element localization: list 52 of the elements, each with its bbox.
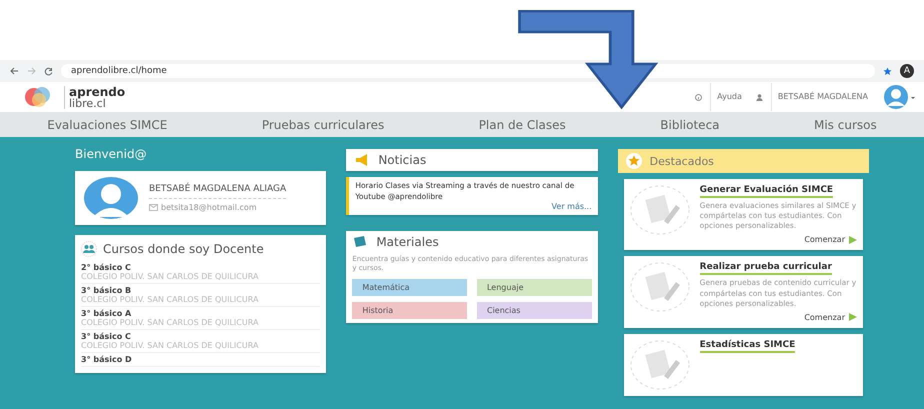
document-pencil-icon [630, 262, 690, 312]
nav-link[interactable]: Mis cursos [814, 118, 877, 132]
help-link[interactable]: Ayuda [710, 83, 748, 111]
course-link[interactable]: 3° básico B [81, 286, 320, 295]
start-link[interactable]: Comenzar [804, 235, 845, 244]
nav-link[interactable]: Plan de Clases [478, 118, 566, 132]
envelope-icon [149, 204, 158, 211]
address-bar[interactable]: aprendolibre.cl/home [61, 64, 875, 78]
card-title: Noticias [378, 153, 426, 167]
subject-button[interactable]: Historia [352, 302, 467, 320]
school-name: COLEGIO POLIV. SAN CARLOS DE QUILICURA [81, 341, 260, 350]
group-icon [81, 241, 97, 257]
card-title: Materiales [376, 235, 439, 249]
person-icon [756, 94, 763, 100]
course-link[interactable]: 3° básico C [81, 332, 320, 341]
logo-text: aprendo [69, 86, 126, 98]
bookmark-star-icon[interactable] [883, 66, 892, 76]
see-more-link[interactable]: Ver más... [552, 202, 592, 211]
school-name: COLEGIO POLIV. SAN CARLOS DE QUILICURA [81, 295, 260, 304]
school-name: COLEGIO POLIV. SAN CARLOS DE QUILICURA [81, 272, 260, 281]
school-name: COLEGIO POLIV. SAN CARLOS DE QUILICURA [81, 318, 260, 327]
user-menu[interactable]: BETSABÉ MAGDALENA [770, 83, 874, 111]
document-pencil-icon [630, 340, 690, 390]
star-icon [626, 153, 642, 169]
reload-icon[interactable] [44, 66, 53, 76]
course-link[interactable]: 3° básico A [81, 309, 320, 318]
help-icon [695, 94, 702, 100]
feature-title: Realizar prueba curricular [700, 262, 832, 276]
start-link[interactable]: Comenzar [804, 312, 845, 322]
feature-title: Generar Evaluación SIMCE [700, 185, 834, 198]
course-link[interactable]: 2° básico C [81, 263, 320, 272]
nav-link[interactable]: Biblioteca [660, 118, 720, 132]
avatar-icon [83, 177, 139, 219]
logo-text: libre.cl [69, 98, 106, 108]
course-link[interactable]: 3° básico D [81, 355, 320, 364]
feature-title: Estadísticas SIMCE [700, 340, 796, 353]
nav-link[interactable]: Evaluaciones SIMCE [47, 118, 168, 132]
nav-link[interactable]: Pruebas curriculares [262, 118, 384, 132]
play-icon [848, 313, 857, 322]
profile-avatar[interactable]: A [900, 64, 914, 78]
subject-button[interactable]: Matemática [352, 279, 467, 296]
user-email: betsita18@hotmail.com [161, 203, 257, 212]
play-icon [848, 236, 857, 244]
user-name: BETSABÉ MAGDALENA ALIAGA [149, 184, 286, 199]
avatar-icon[interactable] [882, 84, 916, 110]
document-pencil-icon [630, 185, 690, 235]
card-title: Destacados [650, 154, 714, 168]
subject-button[interactable]: Ciencias [476, 302, 592, 320]
subject-button[interactable]: Lenguaje [476, 279, 592, 296]
welcome-heading: Bienvenid@ [75, 146, 148, 163]
back-icon[interactable] [10, 67, 19, 75]
card-title: Cursos donde soy Docente [103, 242, 264, 256]
